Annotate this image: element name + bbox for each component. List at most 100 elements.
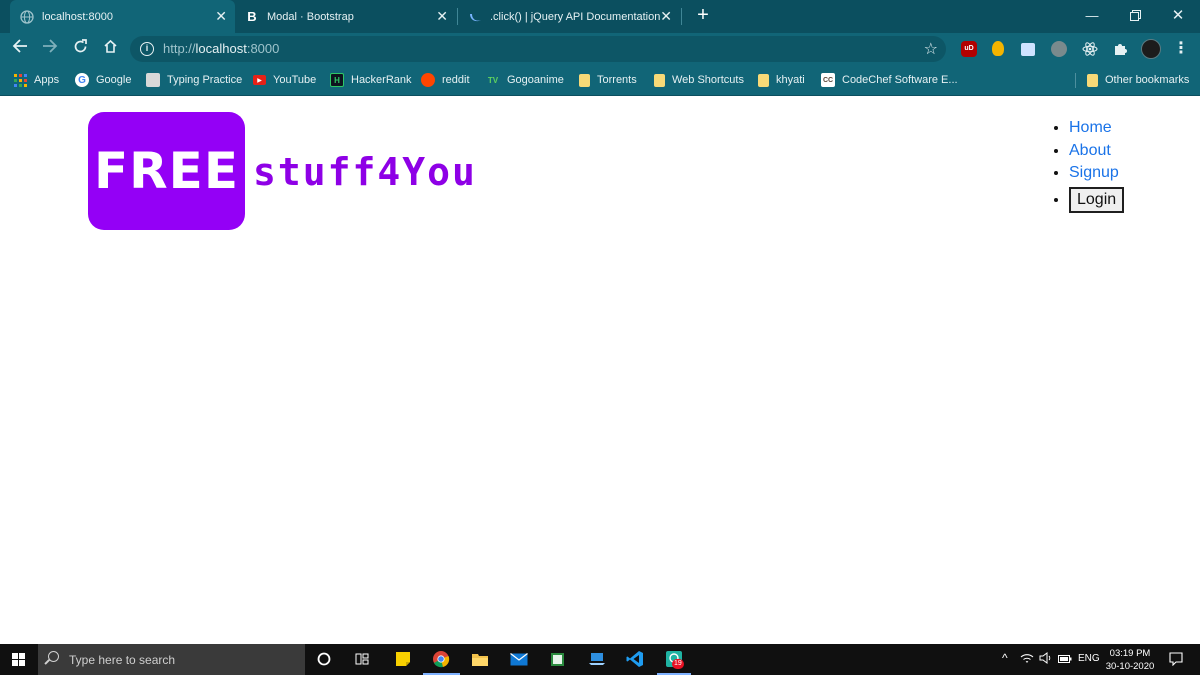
- folder-icon: [1087, 73, 1098, 87]
- tabs-extension-icon[interactable]: [1021, 43, 1035, 56]
- bookmark-label: reddit: [442, 74, 470, 86]
- google-icon: G: [75, 73, 89, 87]
- spreadsheet-app-icon[interactable]: [548, 649, 568, 669]
- bookmarks-divider: [1075, 73, 1076, 88]
- new-tab-button[interactable]: +: [692, 4, 714, 26]
- address-bar[interactable]: i http://localhost:8000 ☆: [130, 36, 946, 62]
- windows-start-icon[interactable]: [12, 653, 25, 666]
- apps-grid-icon: [13, 73, 27, 87]
- close-tab-icon[interactable]: ✕: [660, 8, 672, 25]
- forward-button[interactable]: [39, 39, 61, 59]
- jquery-icon: [468, 10, 482, 24]
- taskbar-search-box[interactable]: Type here to search: [38, 644, 305, 675]
- back-button[interactable]: [9, 39, 31, 59]
- laptop-app-icon[interactable]: [587, 649, 607, 669]
- action-center-icon[interactable]: [1166, 649, 1186, 669]
- bookmark-other-bookmarks[interactable]: Other bookmarks: [1087, 72, 1189, 88]
- close-tab-icon[interactable]: ✕: [436, 8, 448, 25]
- mail-icon[interactable]: [509, 649, 529, 669]
- folder-icon: [654, 73, 665, 87]
- close-tab-icon[interactable]: ✕: [215, 8, 227, 25]
- reddit-icon: [421, 73, 435, 87]
- bookmark-folder-torrents[interactable]: Torrents: [579, 72, 637, 88]
- bookmark-hackerrank[interactable]: H HackerRank: [330, 72, 412, 88]
- youtube-icon: ▶: [253, 75, 266, 85]
- bookmark-typing-practice[interactable]: Typing Practice: [146, 72, 242, 88]
- tab-bootstrap-modal[interactable]: B Modal · Bootstrap ✕: [236, 0, 456, 33]
- restore-button[interactable]: [1113, 0, 1157, 30]
- bookmarks-bar: Apps G Google Typing Practice ▶ YouTube …: [0, 65, 1200, 96]
- main-nav: Home About Signup Login: [1053, 117, 1125, 213]
- system-clock[interactable]: 03:19 PM 30-10-2020: [1100, 647, 1160, 673]
- ublock-extension-icon[interactable]: uD: [961, 41, 977, 57]
- reload-button[interactable]: [69, 39, 91, 59]
- page-viewport: FREE stuff4You Home About Signup Login: [0, 97, 1200, 644]
- browser-toolbar: i http://localhost:8000 ☆ uD ⋮: [0, 33, 1200, 65]
- volume-icon[interactable]: [1039, 652, 1053, 667]
- chrome-menu-icon[interactable]: ⋮: [1170, 39, 1192, 59]
- profile-avatar[interactable]: [1141, 39, 1161, 59]
- bookmark-label: Typing Practice: [167, 74, 243, 86]
- typing-icon: [146, 73, 160, 87]
- file-explorer-icon[interactable]: [470, 649, 490, 669]
- search-icon: [48, 651, 59, 662]
- chrome-icon[interactable]: [431, 649, 451, 669]
- tab-title: .click() | jQuery API Documentation: [490, 10, 661, 23]
- bookmark-codechef[interactable]: CC CodeChef Software E...: [821, 72, 958, 88]
- tab-jquery-click[interactable]: .click() | jQuery API Documentation ✕: [458, 0, 680, 33]
- bootstrap-icon: B: [247, 9, 257, 24]
- login-button[interactable]: Login: [1069, 186, 1125, 213]
- bookmark-label: CodeChef Software E...: [842, 74, 958, 86]
- app-badge: 19: [672, 659, 684, 669]
- logo-badge: FREE: [88, 112, 245, 230]
- bookmark-label: Other bookmarks: [1105, 74, 1190, 86]
- bookmark-folder-web-shortcuts[interactable]: Web Shortcuts: [654, 72, 744, 88]
- nav-link-home[interactable]: Home: [1069, 119, 1112, 136]
- wifi-icon[interactable]: [1020, 652, 1034, 667]
- battery-icon[interactable]: [1058, 655, 1072, 666]
- bookmark-youtube[interactable]: ▶ YouTube: [253, 72, 316, 88]
- tab-separator: [681, 8, 682, 25]
- task-view-icon[interactable]: [353, 649, 373, 669]
- bookmark-label: Google: [96, 74, 132, 86]
- nav-link-signup[interactable]: Signup: [1069, 164, 1119, 181]
- folder-icon: [758, 73, 769, 87]
- site-logo[interactable]: FREE stuff4You: [88, 112, 477, 230]
- nav-item-login: Login: [1069, 185, 1125, 213]
- tab-localhost[interactable]: localhost:8000 ✕: [10, 0, 235, 33]
- cortana-icon[interactable]: [314, 649, 334, 669]
- nav-item-about: About: [1069, 140, 1124, 163]
- avatar-extension-icon[interactable]: [1051, 41, 1067, 57]
- show-hidden-icons-icon[interactable]: ^: [1002, 651, 1008, 665]
- logo-wordmark: stuff4You: [253, 150, 477, 194]
- bookmark-reddit[interactable]: reddit: [421, 72, 470, 88]
- bookmark-gogoanime[interactable]: TV Gogoanime: [486, 72, 564, 88]
- windows-taskbar: Type here to search 19 ^ ENG 03:19 PM 30…: [0, 644, 1200, 675]
- react-devtools-icon[interactable]: [1082, 41, 1098, 57]
- tab-title: Modal · Bootstrap: [267, 10, 354, 23]
- nav-item-signup: Signup: [1069, 162, 1124, 185]
- bookmark-folder-khyati[interactable]: khyati: [758, 72, 805, 88]
- codechef-icon: CC: [821, 73, 835, 87]
- bookmark-apps[interactable]: Apps: [13, 72, 59, 88]
- nav-link-about[interactable]: About: [1069, 142, 1111, 159]
- sticky-notes-icon[interactable]: [393, 649, 413, 669]
- language-indicator[interactable]: ENG: [1078, 653, 1100, 664]
- bookmark-google[interactable]: G Google: [75, 72, 131, 88]
- lightbulb-extension-icon[interactable]: [992, 41, 1004, 56]
- site-info-icon[interactable]: i: [140, 42, 154, 56]
- notification-app-icon[interactable]: 19: [664, 649, 684, 669]
- bookmark-star-icon[interactable]: ☆: [924, 39, 938, 59]
- globe-icon: [20, 9, 34, 24]
- url-text: http://localhost:8000: [163, 41, 280, 56]
- bookmark-label: HackerRank: [351, 74, 412, 86]
- folder-icon: [579, 73, 590, 87]
- home-button[interactable]: [99, 39, 121, 59]
- vscode-icon[interactable]: [625, 649, 645, 669]
- close-window-button[interactable]: ✕: [1156, 0, 1200, 30]
- clock-time: 03:19 PM: [1109, 648, 1151, 659]
- hackerrank-icon: H: [330, 73, 344, 87]
- minimize-button[interactable]: —: [1070, 0, 1114, 30]
- extensions-puzzle-icon[interactable]: [1112, 41, 1128, 57]
- search-placeholder: Type here to search: [69, 653, 176, 667]
